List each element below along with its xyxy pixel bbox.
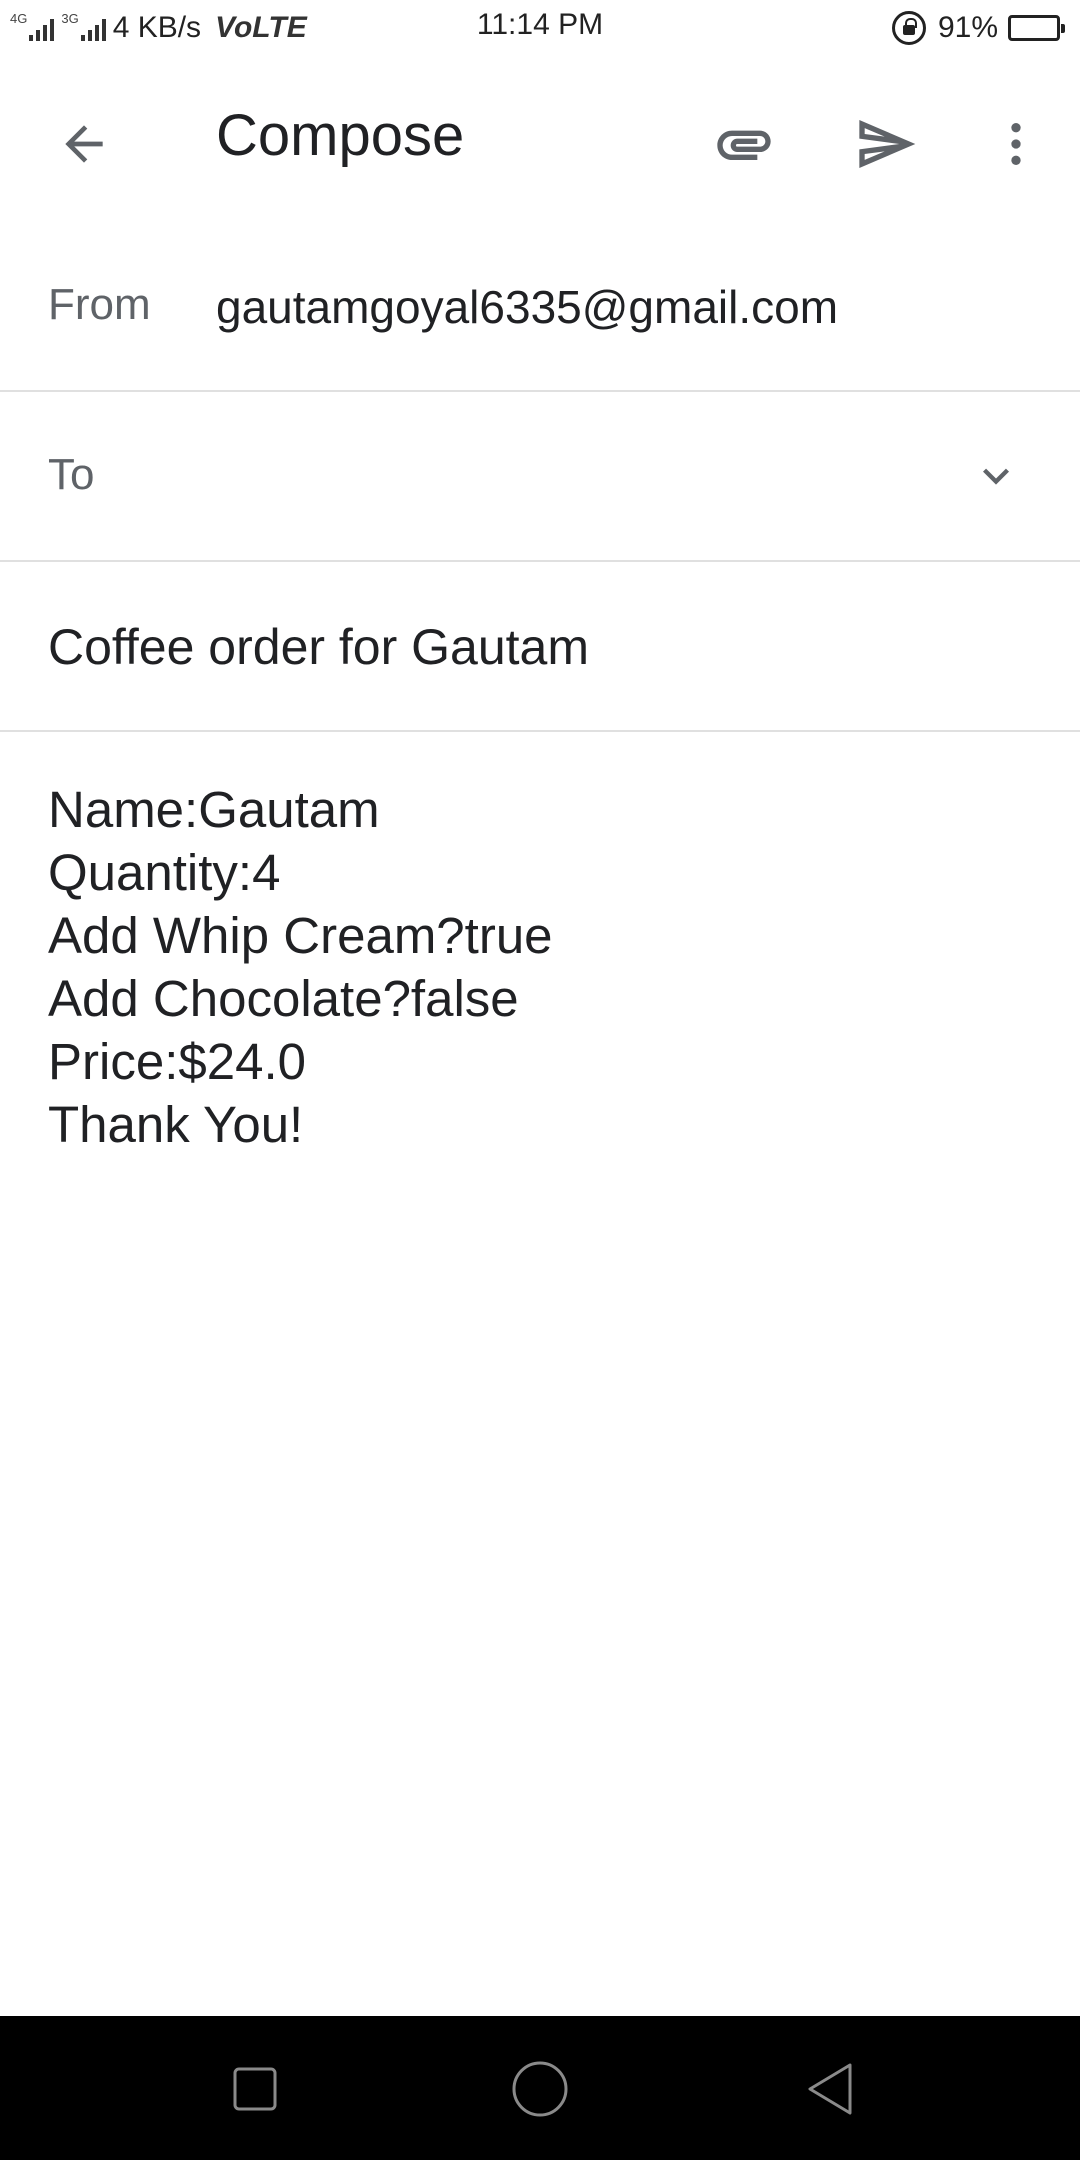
body-line: Thank You! [48, 1096, 304, 1153]
chevron-down-icon [983, 468, 1009, 485]
from-row[interactable]: From gautamgoyal6335@gmail.com [0, 224, 1080, 392]
home-icon [512, 2061, 568, 2117]
recent-apps-icon [233, 2067, 277, 2111]
more-options-button[interactable] [976, 104, 1056, 184]
rotation-lock-icon [891, 11, 926, 45]
send-button[interactable] [846, 104, 926, 184]
system-back-button[interactable] [795, 2054, 865, 2124]
back-arrow-icon [65, 125, 103, 163]
app-bar: Compose [0, 56, 1080, 224]
email-body[interactable]: Name:Gautam Quantity:4 Add Whip Cream?tr… [48, 778, 553, 1156]
battery-icon [1008, 15, 1065, 41]
subject-field[interactable]: Coffee order for Gautam [0, 562, 1080, 732]
back-button[interactable] [44, 104, 124, 184]
body-line: Add Chocolate?false [48, 970, 519, 1027]
back-icon [808, 2063, 852, 2115]
attach-button[interactable] [704, 104, 784, 184]
from-label: From [48, 280, 151, 329]
battery-percent: 91% [937, 11, 998, 44]
from-account[interactable]: gautamgoyal6335@gmail.com [216, 280, 838, 334]
more-vert-icon [1011, 123, 1021, 165]
body-line: Name:Gautam [48, 781, 380, 838]
body-line: Add Whip Cream?true [48, 907, 553, 964]
status-right: 91% [891, 8, 1065, 48]
send-icon [859, 120, 916, 168]
to-label: To [48, 450, 95, 499]
paperclip-icon [717, 130, 771, 160]
home-button[interactable] [505, 2054, 575, 2124]
expand-recipients-button[interactable] [966, 446, 1026, 506]
subject-text: Coffee order for Gautam [48, 619, 590, 675]
to-field[interactable]: To [0, 392, 1080, 562]
body-line: Price:$24.0 [48, 1033, 306, 1090]
recent-apps-button[interactable] [220, 2054, 290, 2124]
page-title: Compose [216, 103, 465, 168]
system-nav-bar [0, 2016, 1080, 2160]
body-line: Quantity:4 [48, 844, 281, 901]
status-bar: 4G 3G 4 KB/s VoLTE 11:14 PM 91% [0, 0, 1080, 56]
